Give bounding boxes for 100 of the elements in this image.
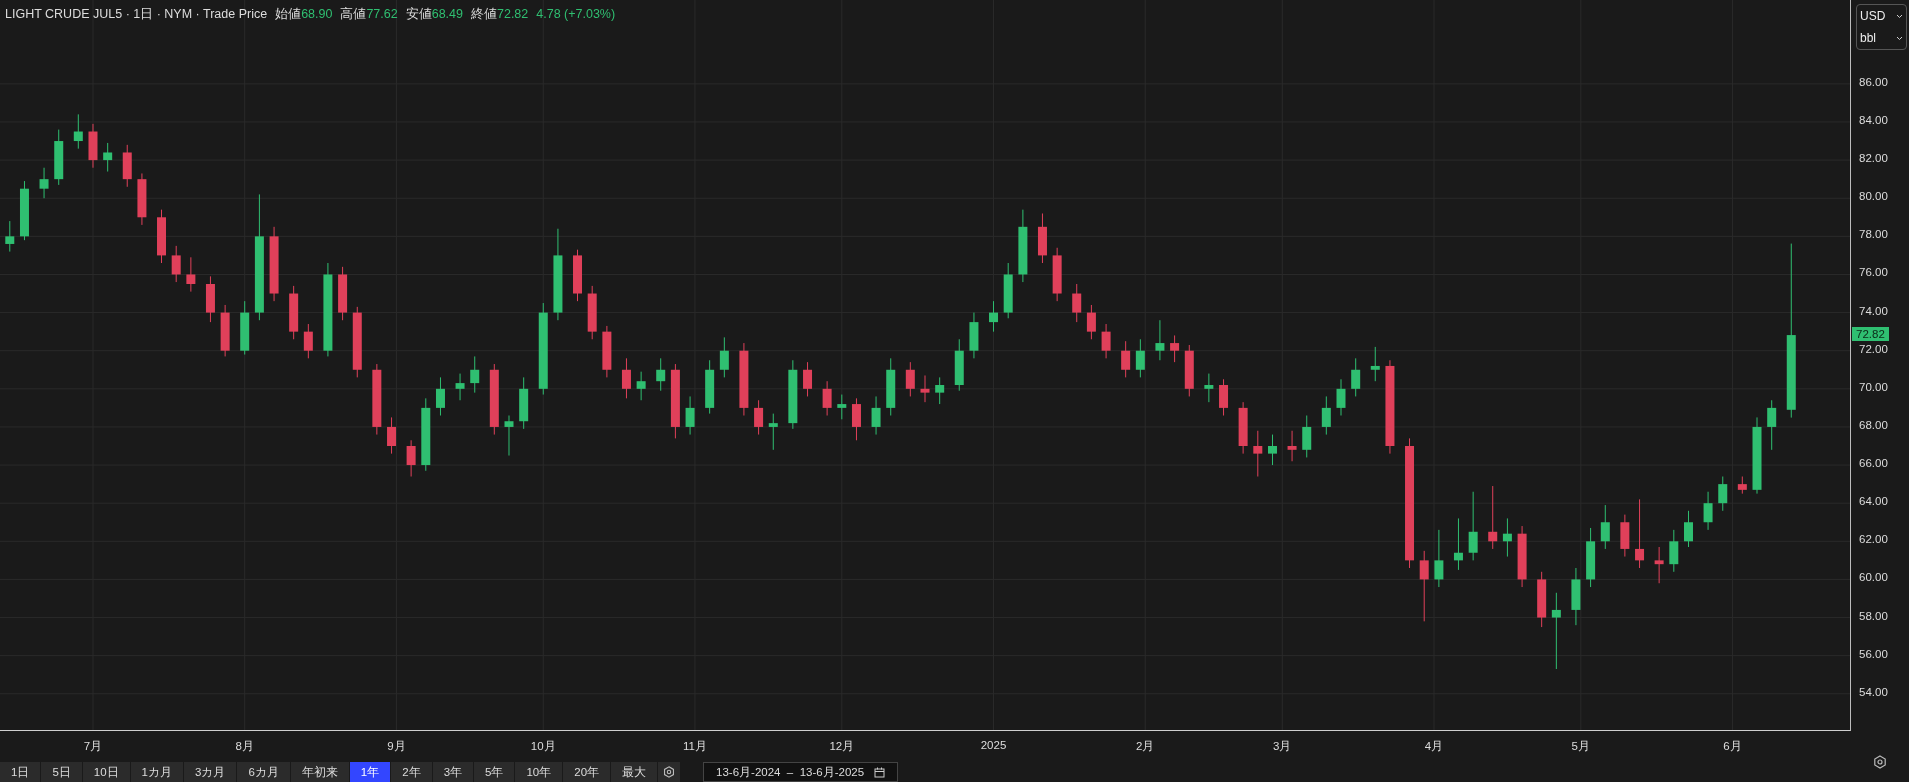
candle xyxy=(122,144,132,188)
stat-label: 始値 xyxy=(275,6,302,23)
candle xyxy=(685,395,695,436)
candle xyxy=(1620,514,1630,558)
candle xyxy=(1086,304,1096,340)
axis-label: 78.00 xyxy=(1859,228,1888,241)
axis-label: 8月 xyxy=(235,739,254,754)
candle xyxy=(1488,485,1498,550)
candle xyxy=(602,325,612,378)
axis-label: 12月 xyxy=(829,739,855,754)
range-button[interactable]: 5年 xyxy=(474,762,516,782)
candle xyxy=(1170,334,1180,363)
candle xyxy=(1669,529,1679,573)
axis-label: 3月 xyxy=(1273,739,1292,754)
candle xyxy=(39,167,49,199)
candle xyxy=(656,357,666,392)
range-button[interactable]: 10年 xyxy=(515,762,564,782)
candle xyxy=(1654,546,1664,584)
axis-label: 64.00 xyxy=(1859,495,1888,508)
candle xyxy=(1434,529,1444,588)
candle xyxy=(1101,323,1111,359)
candle xyxy=(822,380,832,416)
candle xyxy=(1238,401,1248,455)
last-price-tag: 72.82 xyxy=(1852,327,1889,342)
candle xyxy=(1737,476,1747,495)
axis-label: 62.00 xyxy=(1859,533,1888,546)
axis-label: 9月 xyxy=(387,739,406,754)
candle xyxy=(1287,430,1297,462)
stat-value: 68.49 xyxy=(431,7,463,21)
candle xyxy=(303,323,313,359)
candle xyxy=(1468,491,1478,561)
settings-icon[interactable] xyxy=(1873,755,1887,769)
range-button[interactable]: 1年 xyxy=(349,762,392,782)
candle xyxy=(1302,415,1312,458)
candle xyxy=(803,361,813,397)
candle xyxy=(73,113,83,150)
currency-select[interactable]: USD xyxy=(1857,5,1906,27)
candle xyxy=(1155,319,1165,361)
axis-label: 58.00 xyxy=(1859,609,1888,622)
settings-icon xyxy=(663,766,676,778)
range-button[interactable]: 10日 xyxy=(82,762,131,782)
axis-label: 56.00 xyxy=(1859,647,1888,660)
candle xyxy=(103,142,113,173)
axis-label: 11月 xyxy=(683,739,707,754)
candle xyxy=(1370,346,1380,382)
candle xyxy=(5,220,15,253)
candle xyxy=(338,266,348,321)
candle xyxy=(989,300,998,333)
candle xyxy=(1204,373,1214,403)
axis-label: 80.00 xyxy=(1859,190,1888,203)
axis-label: 54.00 xyxy=(1859,685,1888,698)
candle xyxy=(519,376,529,430)
candle xyxy=(587,285,597,340)
range-button[interactable]: 3カ月 xyxy=(184,762,238,782)
candle xyxy=(920,375,930,403)
range-button[interactable]: 2年 xyxy=(391,762,433,782)
stat-label: 終値 xyxy=(471,6,497,23)
date-range-field[interactable]: 13-6月-2024 – 13-6月-2025 xyxy=(703,762,899,782)
caret-icon xyxy=(1896,35,1903,41)
axis-label: 70.00 xyxy=(1859,380,1888,393)
candle xyxy=(1037,212,1047,264)
candle xyxy=(157,209,166,264)
candle xyxy=(905,361,915,397)
stat-value: 77.62 xyxy=(366,7,398,21)
axis-label: 74.00 xyxy=(1859,304,1888,317)
candle xyxy=(768,413,778,451)
candle xyxy=(719,336,729,378)
axis-label: 2月 xyxy=(1136,739,1155,754)
candle xyxy=(852,397,861,441)
instrument-title: LIGHT CRUDE JUL5 · 1日 · NYM · Trade Price xyxy=(5,6,268,23)
candle xyxy=(969,312,979,359)
range-button[interactable]: 6カ月 xyxy=(237,762,291,782)
range-button[interactable]: 3年 xyxy=(432,762,475,782)
candle xyxy=(1684,510,1693,548)
axis-label: 84.00 xyxy=(1859,113,1888,126)
range-button[interactable]: 1カ月 xyxy=(130,762,184,782)
axis-label: 66.00 xyxy=(1859,457,1888,470)
candle xyxy=(1517,525,1527,588)
candle xyxy=(455,373,465,401)
candle xyxy=(871,395,881,436)
stat-label: 高値 xyxy=(340,6,367,23)
range-button[interactable]: 年初来 xyxy=(290,762,350,782)
candle xyxy=(1219,378,1229,416)
candle xyxy=(1453,517,1463,571)
range-button[interactable]: 1日 xyxy=(0,762,42,782)
range-button[interactable]: 20年 xyxy=(563,762,612,782)
range-button[interactable]: 5日 xyxy=(41,762,83,782)
candle xyxy=(137,172,147,226)
candle xyxy=(1253,430,1263,477)
settings-button[interactable] xyxy=(658,762,682,782)
axis-label: 5月 xyxy=(1571,739,1590,754)
range-button[interactable]: 最大 xyxy=(611,762,659,782)
candle xyxy=(837,394,847,420)
axis-label: 60.00 xyxy=(1859,571,1888,584)
candle xyxy=(1718,476,1728,512)
unit-select[interactable]: bbl xyxy=(1857,27,1906,49)
price-change: 4.78 (+7.03%) xyxy=(536,7,616,21)
candle xyxy=(387,416,397,455)
candle xyxy=(289,285,299,340)
axis-label: 72.00 xyxy=(1859,342,1888,355)
